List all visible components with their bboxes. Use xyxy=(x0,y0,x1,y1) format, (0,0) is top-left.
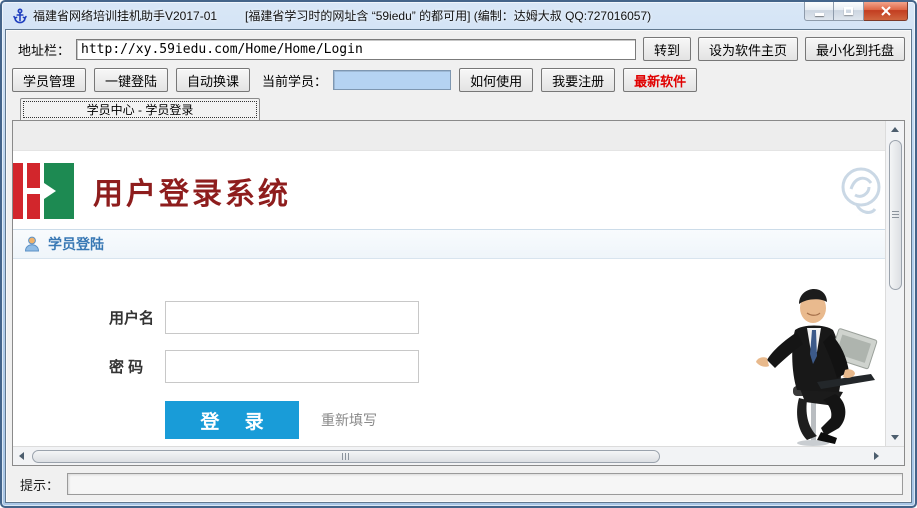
reset-link[interactable]: 重新填写 xyxy=(321,410,377,430)
toolbar: 学员管理 一键登陆 自动换课 当前学员： 如何使用 我要注册 最新软件 xyxy=(12,65,905,95)
page-title: 用户登录系统 xyxy=(93,178,291,211)
password-input[interactable] xyxy=(165,350,419,383)
close-button[interactable] xyxy=(864,2,908,21)
latest-software-button[interactable]: 最新软件 xyxy=(623,68,698,92)
username-input[interactable] xyxy=(165,301,419,334)
arrow-right-icon xyxy=(874,452,879,460)
current-student-label: 当前学员： xyxy=(262,73,328,89)
username-label: 用户名 xyxy=(109,310,155,327)
horizontal-scroll-thumb[interactable] xyxy=(32,449,660,463)
maximize-button[interactable] xyxy=(834,2,864,21)
arrow-down-icon xyxy=(891,435,899,440)
watermark-stamp-icon xyxy=(841,167,881,214)
login-section-bar: 学员登陆 xyxy=(13,229,885,259)
brand-logo-icon xyxy=(13,163,77,219)
current-student-field xyxy=(333,70,452,90)
anchor-icon xyxy=(13,7,27,23)
address-bar-label: 地址栏： xyxy=(18,42,71,58)
arrow-left-icon xyxy=(19,452,24,460)
horizontal-scrollbar[interactable] xyxy=(13,446,885,465)
scroll-down-button[interactable] xyxy=(887,429,904,446)
app-window: 福建省网络培训挂机助手V2017-01 [福建省学习时的网址含 “59iedu”… xyxy=(0,0,917,508)
scroll-left-button[interactable] xyxy=(13,448,30,465)
set-homepage-button[interactable]: 设为软件主页 xyxy=(697,37,798,61)
tab-strip: 学员中心 - 学员登录 xyxy=(12,97,905,120)
page-top-strip xyxy=(13,121,885,151)
login-form: 用户名 密 码 登 录 重新填写 xyxy=(13,259,885,446)
maximize-icon xyxy=(844,7,853,15)
businessman-photo xyxy=(756,289,878,446)
scrollbar-corner xyxy=(885,446,904,465)
status-label: 提示： xyxy=(20,477,60,493)
titlebar: 福建省网络培训挂机助手V2017-01 [福建省学习时的网址含 “59iedu”… xyxy=(5,2,912,29)
content-frame: 用户登录系统 学员登陆 用户名 密 码 登 录 重新填写 xyxy=(12,120,905,466)
window-controls xyxy=(804,2,908,21)
window-title: 福建省网络培训挂机助手V2017-01 xyxy=(33,9,218,23)
current-student-input[interactable] xyxy=(333,70,452,90)
how-to-use-button[interactable]: 如何使用 xyxy=(459,68,534,92)
grip-icon xyxy=(891,211,899,219)
user-icon xyxy=(24,236,40,252)
login-section-title: 学员登陆 xyxy=(48,236,104,252)
address-bar: 地址栏： 转到 设为软件主页 最小化到托盘 xyxy=(12,34,905,64)
minimize-to-tray-button[interactable]: 最小化到托盘 xyxy=(804,37,905,61)
url-input[interactable] xyxy=(76,38,636,60)
tab-student-center[interactable]: 学员中心 - 学员登录 xyxy=(20,98,260,120)
password-label: 密 码 xyxy=(109,359,144,376)
minimize-button[interactable] xyxy=(804,2,834,21)
status-bar: 提示： xyxy=(12,470,905,498)
app-frame: 地址栏： 转到 设为软件主页 最小化到托盘 学员管理 一键登陆 自动换课 当前学… xyxy=(5,29,912,503)
scroll-up-button[interactable] xyxy=(887,121,904,138)
tab-label: 学员中心 - 学员登录 xyxy=(86,103,194,117)
embedded-page: 用户登录系统 学员登陆 用户名 密 码 登 录 重新填写 xyxy=(13,121,885,446)
scroll-right-button[interactable] xyxy=(868,448,885,465)
one-click-login-button[interactable]: 一键登陆 xyxy=(94,68,169,92)
minimize-icon xyxy=(814,13,824,16)
close-icon xyxy=(880,6,891,16)
grip-icon xyxy=(341,452,350,460)
vertical-scrollbar[interactable] xyxy=(885,121,904,446)
vertical-scroll-thumb[interactable] xyxy=(888,140,902,290)
student-manage-button[interactable]: 学员管理 xyxy=(12,68,87,92)
window-subtitle: [福建省学习时的网址含 “59iedu” 的都可用] (编制：达姆大叔 QQ:7… xyxy=(245,9,652,23)
auto-switch-course-button[interactable]: 自动换课 xyxy=(176,68,251,92)
status-field xyxy=(67,473,903,495)
go-button[interactable]: 转到 xyxy=(642,37,691,61)
arrow-up-icon xyxy=(891,127,899,132)
login-button[interactable]: 登 录 xyxy=(165,401,299,439)
page-header: 用户登录系统 xyxy=(13,151,885,229)
register-button[interactable]: 我要注册 xyxy=(541,68,616,92)
